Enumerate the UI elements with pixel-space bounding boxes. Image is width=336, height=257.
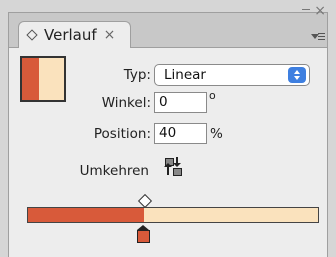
midpoint-diamond-icon[interactable]	[137, 193, 153, 209]
select-arrows-icon	[288, 67, 306, 83]
minimize-icon[interactable]	[302, 9, 310, 10]
reverse-gradient-icon[interactable]	[164, 157, 184, 177]
gradient-ramp[interactable]	[27, 207, 319, 223]
ramp-start-segment	[28, 208, 144, 222]
panel-menu-icon[interactable]	[311, 30, 325, 42]
type-select[interactable]: Linear	[154, 64, 310, 86]
angle-label: Winkel:	[101, 95, 151, 111]
angle-unit: o	[209, 89, 216, 102]
tab-verlauf[interactable]: Verlauf ×	[18, 21, 131, 48]
panel-tab-strip: Verlauf × ×	[9, 3, 327, 48]
position-unit: %	[210, 126, 223, 142]
tab-close-icon[interactable]: ×	[104, 27, 116, 43]
position-label: Position:	[93, 126, 151, 142]
color-stop-swatch	[137, 230, 150, 243]
window-close-icon[interactable]: ×	[314, 3, 326, 19]
gradient-preview-swatch[interactable]	[20, 56, 66, 102]
type-value: Linear	[164, 67, 206, 83]
type-label: Typ:	[123, 67, 151, 83]
position-field[interactable]: 40	[154, 123, 207, 144]
tab-label: Verlauf	[44, 26, 97, 44]
panel-options-icon	[26, 29, 38, 41]
color-stop-marker[interactable]	[137, 225, 150, 243]
gradient-panel: Verlauf × × Typ: Linear Winkel: 0 o Posi…	[8, 3, 328, 257]
reverse-label: Umkehren	[79, 163, 149, 179]
ramp-end-segment	[144, 208, 318, 222]
angle-field[interactable]: 0	[154, 92, 207, 113]
